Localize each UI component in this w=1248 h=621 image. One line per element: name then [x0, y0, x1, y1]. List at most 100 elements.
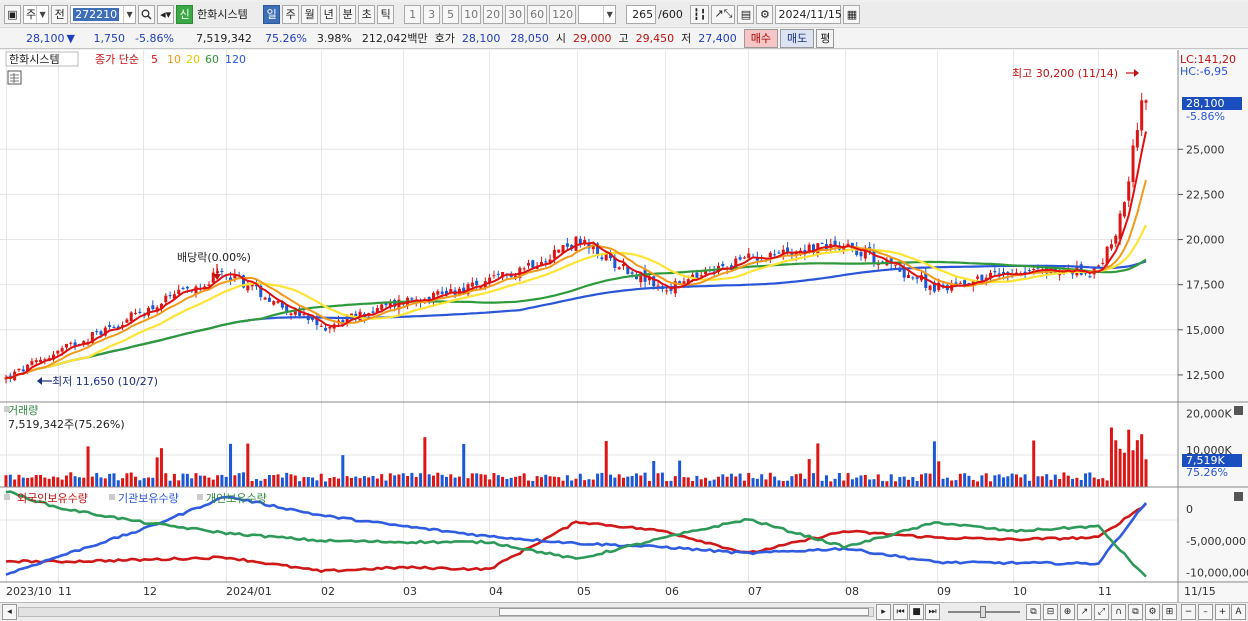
volume-bar — [319, 473, 323, 487]
volume-bar — [77, 477, 81, 487]
settings-gear-icon[interactable]: ⚙ — [756, 4, 774, 24]
scroll-thumb[interactable] — [499, 608, 869, 616]
config-icon[interactable]: ⚙ — [1145, 604, 1160, 620]
stock-code-input[interactable]: 272210 ▼ — [70, 4, 137, 24]
interval-5[interactable]: 5 — [442, 4, 460, 24]
volume-bar — [708, 480, 712, 487]
jump-first-icon[interactable]: ⏮ — [893, 604, 908, 620]
zoom-reset-icon[interactable]: – — [1198, 604, 1213, 620]
credit-badge: 신 — [176, 4, 194, 24]
buy-button[interactable]: 매수 — [743, 28, 778, 48]
candle-body — [1088, 276, 1092, 278]
x-axis-label: 07 — [748, 585, 762, 598]
interval-10[interactable]: 10 — [461, 4, 482, 24]
stop-icon[interactable]: ■ — [909, 604, 924, 620]
volume-bar — [1071, 478, 1075, 487]
volume-bar — [293, 475, 297, 487]
view-mode-icon[interactable]: ⧉ — [1026, 604, 1041, 620]
volume-bar — [64, 475, 68, 487]
interval-20[interactable]: 20 — [483, 4, 504, 24]
down-arrow-icon: ▼ — [66, 31, 75, 45]
magnet-icon[interactable]: ∩ — [1111, 604, 1126, 620]
copy-icon[interactable]: ⧉ — [1128, 604, 1143, 620]
period-month[interactable]: 월 — [301, 4, 319, 24]
interval-custom-select[interactable]: ▼ — [578, 4, 617, 24]
period-tick[interactable]: 틱 — [377, 4, 395, 24]
draw-tool-icon[interactable]: ↗⤡ — [711, 4, 736, 24]
volume-bar — [613, 477, 617, 487]
volume-y-label: 20,000K — [1186, 407, 1232, 420]
search-icon[interactable] — [138, 4, 156, 24]
volume-bar — [596, 473, 600, 487]
sell-button[interactable]: 매도 — [779, 28, 815, 48]
holdings-close-icon[interactable] — [1234, 492, 1243, 501]
market-select[interactable]: 주 ▼ — [23, 4, 50, 24]
candle-body — [1135, 130, 1139, 148]
candle-body — [1109, 244, 1113, 249]
interval-30[interactable]: 30 — [505, 4, 526, 24]
stock-name: 한화시스템 — [197, 8, 248, 21]
volume-bar — [345, 476, 349, 487]
speaker-icon[interactable]: ◂▾ — [157, 4, 175, 24]
stock-chart[interactable]: 한화시스템 종가 단순 5 10 20 60 120 LC:141,20 HC:… — [0, 50, 1248, 602]
volume-bar — [1084, 473, 1088, 487]
volume-bar — [1127, 429, 1131, 487]
interval-3[interactable]: 3 — [423, 4, 441, 24]
window-icon[interactable]: ▣ — [4, 4, 21, 24]
calendar-icon[interactable]: ▦ — [843, 4, 861, 24]
period-second[interactable]: 초 — [358, 4, 376, 24]
volume-bar — [60, 479, 64, 487]
draw-line-icon[interactable]: ↗ — [1077, 604, 1092, 620]
candle-body — [69, 342, 73, 344]
volume-close-icon[interactable] — [1234, 406, 1243, 415]
eval-button[interactable]: 평 — [816, 28, 835, 48]
candle-body — [557, 249, 561, 253]
zoom-slider-handle[interactable] — [980, 606, 986, 618]
zoom-out-icon[interactable]: − — [1181, 604, 1196, 620]
period-day[interactable]: 일 — [263, 4, 281, 24]
save-icon[interactable]: ▤ — [737, 4, 755, 24]
volume-bar — [807, 459, 811, 487]
volume-pct-tag: 75.26% — [1186, 466, 1228, 479]
scale-icon[interactable]: ⤢ — [1094, 604, 1109, 620]
crosshair-icon[interactable]: ⊕ — [1060, 604, 1075, 620]
volume-bar — [699, 479, 703, 487]
volume-value: 7,519,342 — [195, 31, 252, 45]
volume-bar — [574, 478, 578, 487]
volume-bar — [1040, 476, 1044, 487]
split-view-icon[interactable]: ⊟ — [1043, 604, 1058, 620]
scroll-right-icon[interactable]: ▸ — [876, 604, 891, 620]
date-input[interactable]: 2024/11/15 — [775, 4, 842, 24]
volume-bar — [39, 475, 43, 487]
volume-bar — [712, 479, 716, 487]
price-y-label: 12,500 — [1186, 369, 1225, 382]
zoom-in-icon[interactable]: + — [1215, 604, 1230, 620]
count-input[interactable]: 265 — [626, 4, 657, 24]
volume-bar — [1105, 480, 1109, 487]
scroll-track[interactable] — [18, 607, 874, 617]
candle-type-icon[interactable]: ┇╏ — [690, 4, 710, 24]
volume-bar — [280, 477, 284, 487]
volume-bar — [924, 473, 928, 487]
volume-bar — [919, 474, 923, 487]
candle-body — [958, 282, 962, 284]
scroll-left-icon[interactable]: ◂ — [2, 604, 17, 620]
jump-last-icon[interactable]: ⏭ — [925, 604, 940, 620]
period-minute[interactable]: 분 — [339, 4, 357, 24]
volume-bar — [419, 473, 423, 487]
volume-bar — [755, 478, 759, 487]
prev-button[interactable]: 전 — [51, 4, 69, 24]
interval-120[interactable]: 120 — [549, 4, 577, 24]
candle-body — [911, 277, 915, 279]
interval-1[interactable]: 1 — [404, 4, 422, 24]
font-size-icon[interactable]: A — [1231, 604, 1246, 620]
volume-bar — [561, 480, 565, 487]
period-year[interactable]: 년 — [320, 4, 338, 24]
volume-bar — [1122, 452, 1126, 487]
layout-icon[interactable]: ⊞ — [1162, 604, 1177, 620]
volume-bar — [928, 473, 932, 487]
interval-60[interactable]: 60 — [527, 4, 548, 24]
period-week[interactable]: 주 — [282, 4, 300, 24]
chevron-down-icon: ▼ — [36, 5, 48, 23]
table-icon[interactable] — [7, 70, 22, 85]
